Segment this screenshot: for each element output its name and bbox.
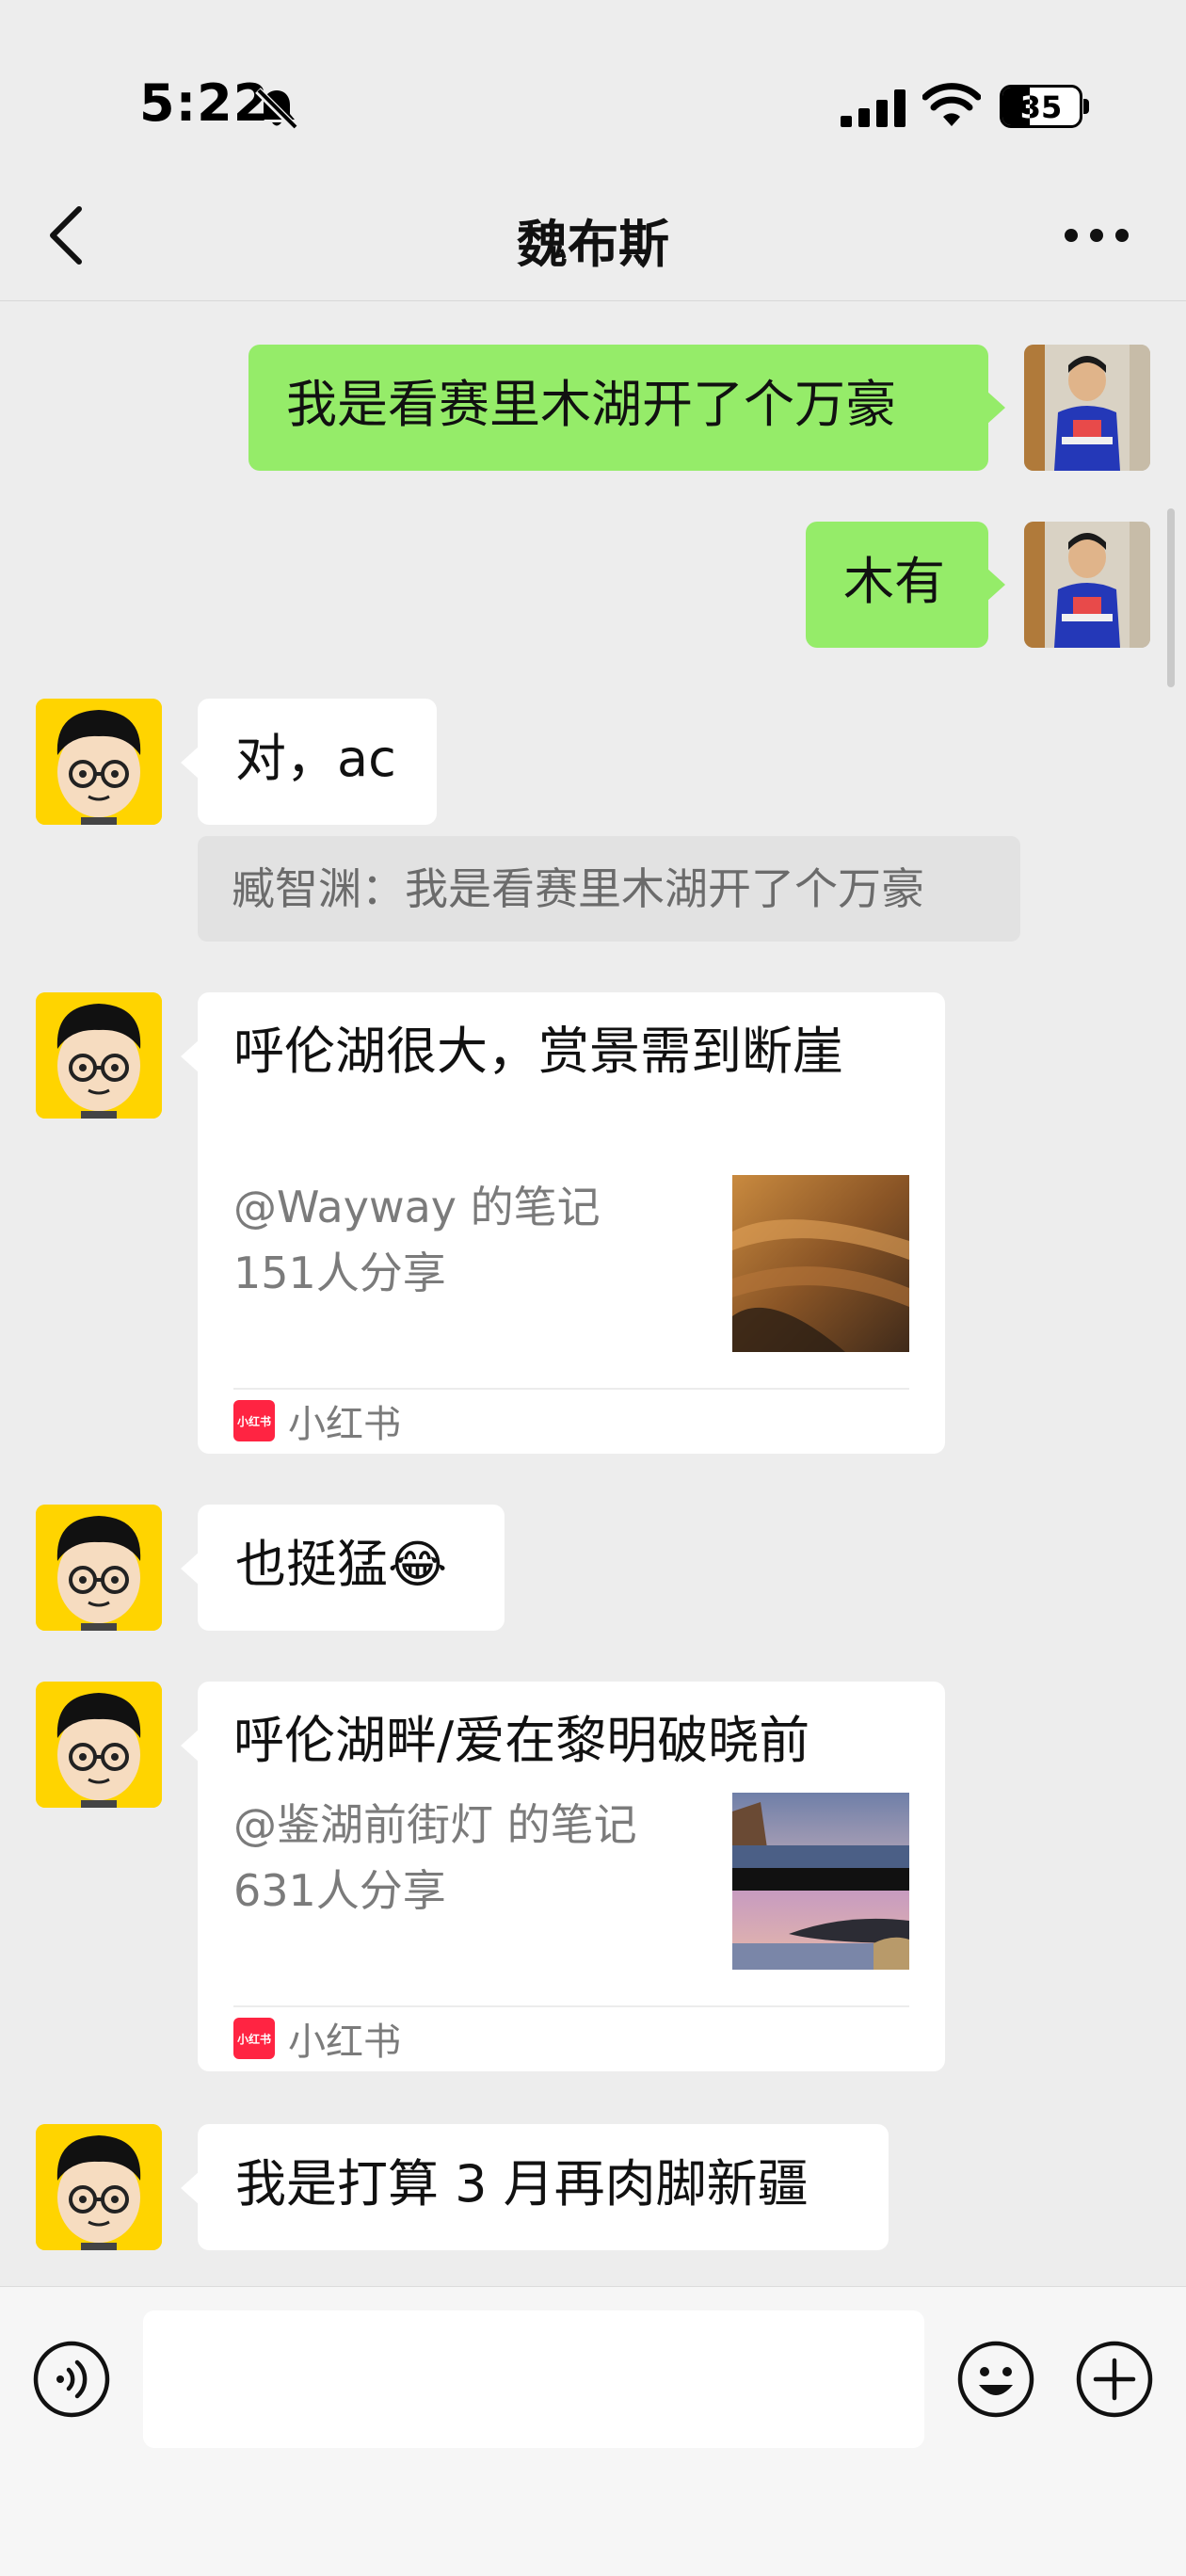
avatar[interactable]	[36, 699, 162, 825]
message-bubble-other[interactable]: 对，ac	[181, 699, 437, 825]
card-title: 呼伦湖畔/爱在黎明破晓前	[233, 1711, 810, 1770]
voice-icon[interactable]	[32, 2340, 111, 2419]
message-input[interactable]	[143, 2310, 924, 2448]
card-share-count: 631人分享	[233, 1865, 446, 1916]
avatar-cartoon	[36, 699, 162, 825]
message-text: 也挺猛😂	[235, 1535, 448, 1594]
avatar[interactable]	[36, 992, 162, 1119]
bell-mute-icon	[255, 88, 298, 130]
card-title: 呼伦湖很大，赏景需到断崖	[233, 1022, 843, 1081]
card-source-name: 小红书	[288, 2021, 401, 2064]
message-bubble-self[interactable]: 我是看赛里木湖开了个万豪	[248, 345, 1005, 471]
shared-note-card[interactable]: 呼伦湖很大，赏景需到断崖 @Wayway 的笔记 151人分享 小红书 小红书	[181, 992, 945, 1454]
avatar-cartoon	[36, 1682, 162, 1808]
avatar[interactable]	[1024, 345, 1150, 471]
card-share-count: 151人分享	[233, 1248, 446, 1298]
quoted-message[interactable]: 臧智渊：我是看赛里木湖开了个万豪	[198, 836, 1020, 942]
avatar[interactable]	[36, 1682, 162, 1808]
plus-icon[interactable]	[1075, 2340, 1154, 2419]
avatar-cartoon	[36, 2124, 162, 2250]
avatar-cartoon	[36, 992, 162, 1119]
card-source-name: 小红书	[288, 1403, 401, 1446]
card-source: 小红书 小红书	[233, 1399, 401, 1446]
avatar[interactable]	[1024, 522, 1150, 648]
xiaohongshu-logo-icon: 小红书	[233, 1400, 275, 1441]
scrollbar[interactable]	[1167, 508, 1175, 687]
message-bubble-other[interactable]: 也挺猛😂	[181, 1505, 505, 1631]
card-divider	[233, 1388, 909, 1390]
card-author: @Wayway 的笔记	[233, 1182, 601, 1232]
xiaohongshu-logo-icon: 小红书	[233, 2018, 275, 2059]
shared-note-card[interactable]: 呼伦湖畔/爱在黎明破晓前 @鉴湖前街灯 的笔记 631人分享 小红书 小红书	[181, 1682, 945, 2071]
avatar-photo	[1024, 522, 1150, 648]
cellular-signal-icon	[841, 89, 906, 127]
battery-icon: 35	[1000, 85, 1089, 128]
card-author: @鉴湖前街灯 的笔记	[233, 1799, 637, 1850]
message-text: 我是打算 3 月再肉脚新疆	[235, 2154, 809, 2214]
message-text: 木有	[843, 552, 945, 611]
message-bubble-self[interactable]: 木有	[806, 522, 1005, 648]
ellipsis-icon[interactable]	[1064, 224, 1130, 247]
card-source: 小红书 小红书	[233, 2017, 401, 2064]
message-bubble-other[interactable]: 我是打算 3 月再肉脚新疆	[181, 2124, 889, 2250]
message-text: 对，ac	[235, 729, 396, 788]
avatar-cartoon	[36, 1505, 162, 1631]
battery-level: 35	[1019, 89, 1063, 125]
avatar-photo	[1024, 345, 1150, 471]
card-thumbnail	[732, 1793, 909, 1970]
message-text: 我是看赛里木湖开了个万豪	[286, 375, 896, 434]
avatar[interactable]	[36, 2124, 162, 2250]
avatar[interactable]	[36, 1505, 162, 1631]
wifi-icon	[922, 83, 981, 126]
chat-title: 魏布斯	[517, 215, 669, 274]
emoji-icon[interactable]	[956, 2340, 1035, 2419]
status-time: 5:22	[139, 73, 270, 133]
card-divider	[233, 2005, 909, 2007]
card-thumbnail	[732, 1175, 909, 1352]
